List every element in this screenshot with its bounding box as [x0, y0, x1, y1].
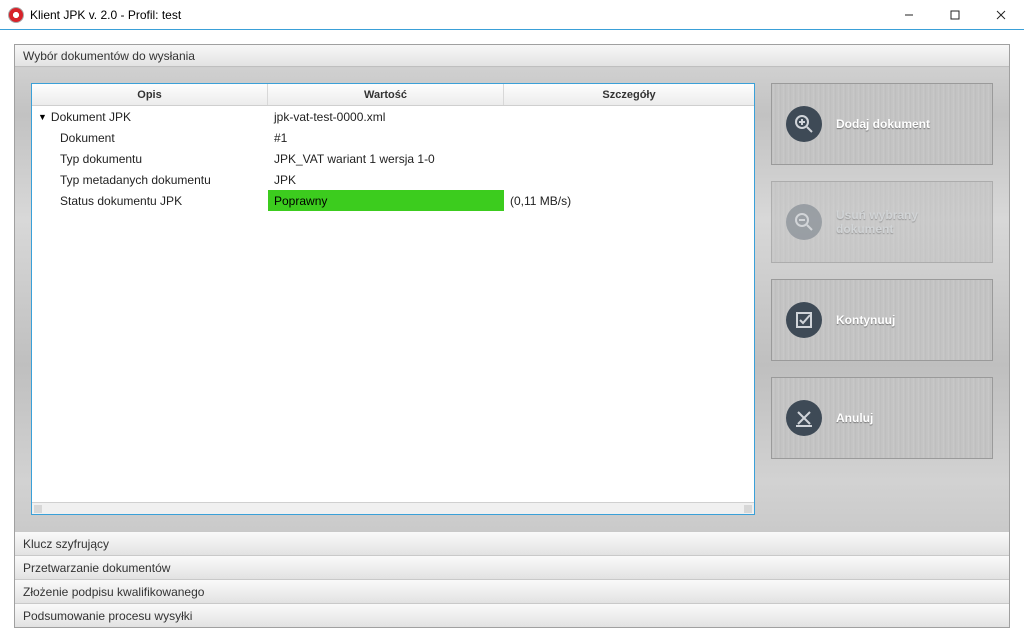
table-row[interactable]: Dokument #1	[32, 127, 754, 148]
th-opis[interactable]: Opis	[32, 84, 268, 105]
cancel-label: Anuluj	[836, 411, 873, 425]
table-row[interactable]: Typ metadanych dokumentu JPK	[32, 169, 754, 190]
add-document-button[interactable]: Dodaj dokument	[771, 83, 993, 165]
maximize-button[interactable]	[932, 0, 978, 29]
cell-wartosc: #1	[268, 127, 504, 148]
window-controls	[886, 0, 1024, 29]
cell-szczegoly	[504, 169, 754, 190]
side-buttons: Dodaj dokument Usuń wybrany dokument	[771, 83, 993, 515]
zoom-out-icon	[786, 204, 822, 240]
cancel-icon	[786, 400, 822, 436]
window-title: Klient JPK v. 2.0 - Profil: test	[30, 8, 181, 22]
table-header: Opis Wartość Szczegóły	[32, 84, 754, 106]
cell-opis: Status dokumentu JPK	[32, 190, 268, 211]
zoom-in-icon	[786, 106, 822, 142]
close-button[interactable]	[978, 0, 1024, 29]
remove-document-button: Usuń wybrany dokument	[771, 181, 993, 263]
cell-szczegoly: (0,11 MB/s)	[504, 190, 754, 211]
th-wartosc[interactable]: Wartość	[268, 84, 504, 105]
check-square-icon	[786, 302, 822, 338]
continue-label: Kontynuuj	[836, 313, 895, 327]
cancel-button[interactable]: Anuluj	[771, 377, 993, 459]
cell-szczegoly	[504, 106, 754, 127]
horizontal-scrollbar[interactable]	[32, 502, 754, 514]
main-area: Opis Wartość Szczegóły ▼ Dokument JPK jp…	[15, 67, 1009, 531]
step-processing[interactable]: Przetwarzanie dokumentów	[15, 555, 1009, 579]
cell-wartosc: JPK	[268, 169, 504, 190]
cell-opis: Typ metadanych dokumentu	[32, 169, 268, 190]
cell-szczegoly	[504, 127, 754, 148]
step-summary[interactable]: Podsumowanie procesu wysyłki	[15, 603, 1009, 627]
minimize-button[interactable]	[886, 0, 932, 29]
section-header: Wybór dokumentów do wysłania	[15, 45, 1009, 67]
table-body: ▼ Dokument JPK jpk-vat-test-0000.xml Dok…	[32, 106, 754, 502]
th-szczegoly[interactable]: Szczegóły	[504, 84, 754, 105]
cell-opis: ▼ Dokument JPK	[32, 106, 268, 127]
step-signature[interactable]: Złożenie podpisu kwalifikowanego	[15, 579, 1009, 603]
main-panel: Wybór dokumentów do wysłania Opis Wartoś…	[14, 44, 1010, 628]
app-icon	[8, 7, 24, 23]
cell-opis: Typ dokumentu	[32, 148, 268, 169]
add-document-label: Dodaj dokument	[836, 117, 930, 131]
table-row[interactable]: Typ dokumentu JPK_VAT wariant 1 wersja 1…	[32, 148, 754, 169]
tree-caret-icon[interactable]: ▼	[38, 112, 47, 122]
cell-szczegoly	[504, 148, 754, 169]
titlebar: Klient JPK v. 2.0 - Profil: test	[0, 0, 1024, 30]
wizard-steps: Klucz szyfrujący Przetwarzanie dokumentó…	[15, 531, 1009, 627]
cell-wartosc: JPK_VAT wariant 1 wersja 1-0	[268, 148, 504, 169]
table-row[interactable]: ▼ Dokument JPK jpk-vat-test-0000.xml	[32, 106, 754, 127]
cell-wartosc-status: Poprawny	[268, 190, 504, 211]
remove-document-label: Usuń wybrany dokument	[836, 208, 978, 236]
documents-table: Opis Wartość Szczegóły ▼ Dokument JPK jp…	[31, 83, 755, 515]
table-row[interactable]: Status dokumentu JPK Poprawny (0,11 MB/s…	[32, 190, 754, 211]
step-key[interactable]: Klucz szyfrujący	[15, 531, 1009, 555]
cell-opis: Dokument	[32, 127, 268, 148]
cell-wartosc: jpk-vat-test-0000.xml	[268, 106, 504, 127]
continue-button[interactable]: Kontynuuj	[771, 279, 993, 361]
row-opis: Dokument JPK	[51, 110, 131, 124]
